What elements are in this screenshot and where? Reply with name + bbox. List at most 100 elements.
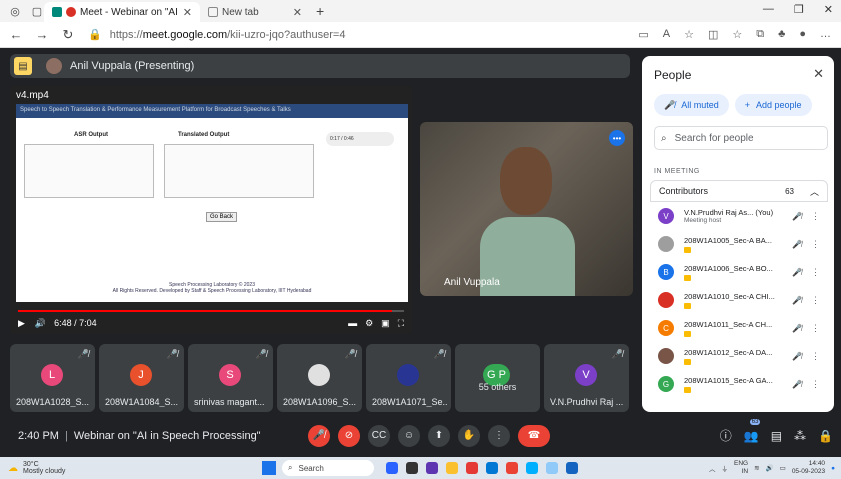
- profile-icon[interactable]: ●: [799, 28, 806, 41]
- camera-off-button[interactable]: ⊘: [338, 424, 360, 447]
- chrome-icon[interactable]: [506, 462, 518, 474]
- read-aloud-icon[interactable]: A: [663, 28, 670, 41]
- close-window-icon[interactable]: ✕: [824, 3, 833, 16]
- more-options-icon[interactable]: ⋮: [811, 211, 820, 222]
- mic-off-icon[interactable]: 🎤̸: [792, 268, 802, 277]
- activities-icon[interactable]: ⁂: [794, 429, 806, 443]
- app-icon[interactable]: [546, 462, 558, 474]
- extensions-icon[interactable]: ♣: [778, 28, 785, 41]
- battery-icon[interactable]: ▭: [780, 464, 786, 472]
- more-options-button[interactable]: ⋮: [488, 424, 510, 447]
- info-icon[interactable]: ⓘ: [720, 427, 732, 444]
- wifi-icon[interactable]: ≋: [754, 464, 759, 472]
- more-options-icon[interactable]: ⋮: [811, 323, 820, 334]
- app-icon[interactable]: [466, 462, 478, 474]
- app-icon[interactable]: [406, 462, 418, 474]
- host-controls-icon[interactable]: 🔒: [818, 429, 833, 443]
- url-field[interactable]: 🔒 https://meet.google.com/kii-uzro-jqo?a…: [88, 28, 638, 42]
- close-tab-icon[interactable]: ✕: [183, 6, 192, 19]
- mic-off-icon[interactable]: 🎤̸: [792, 380, 802, 389]
- others-tile[interactable]: G P 55 others: [455, 344, 540, 412]
- more-icon[interactable]: …: [820, 28, 831, 41]
- mic-off-icon[interactable]: 🎤̸: [792, 296, 802, 305]
- participant-tile[interactable]: 🎤̸ 208W1A1096_S...: [277, 344, 362, 412]
- search-input[interactable]: ⌕ Search for people: [654, 126, 828, 150]
- contributors-header[interactable]: Contributors 63 ︿: [650, 180, 828, 202]
- fullscreen-icon[interactable]: ⛶: [398, 318, 404, 329]
- subtitles-icon[interactable]: ▬: [348, 318, 357, 329]
- tab-new[interactable]: New tab ✕: [200, 2, 310, 22]
- more-options-icon[interactable]: ⋮: [811, 351, 820, 362]
- miniplayer-icon[interactable]: ▣: [381, 318, 390, 329]
- clock[interactable]: 14:40 05-09-2023: [792, 460, 825, 476]
- participant-tile[interactable]: 🎤̸ S srinivas magant...: [188, 344, 273, 412]
- participant-tile[interactable]: 🎤̸ 208W1A1071_Se...: [366, 344, 451, 412]
- play-icon[interactable]: ▶: [18, 318, 25, 329]
- mic-off-icon[interactable]: 🎤̸: [792, 240, 802, 249]
- language-indicator[interactable]: ENG IN: [734, 460, 748, 476]
- captions-button[interactable]: CC: [368, 424, 390, 447]
- favorite-icon[interactable]: ☆: [684, 28, 694, 41]
- emoji-button[interactable]: ☺: [398, 424, 420, 447]
- more-options-icon[interactable]: ⋮: [811, 267, 820, 278]
- volume-icon[interactable]: 🔊: [35, 318, 46, 329]
- minimize-icon[interactable]: —: [763, 3, 774, 16]
- refresh-icon[interactable]: ↻: [58, 27, 78, 43]
- volume-icon[interactable]: 🔊: [766, 464, 774, 472]
- forward-icon[interactable]: →: [32, 27, 52, 42]
- list-item[interactable]: 208W1A1010_Sec-A CHI... 🎤̸ ⋮: [650, 286, 828, 314]
- list-item[interactable]: V V.N.Prudhvi Raj As... (You) Meeting ho…: [650, 202, 828, 230]
- mic-off-icon[interactable]: 🎤̸: [792, 324, 802, 333]
- notification-icon[interactable]: ●: [831, 465, 835, 472]
- go-back-button[interactable]: Go Back: [206, 212, 238, 222]
- taskbar-search[interactable]: ⌕ Search: [282, 460, 374, 476]
- more-options-icon[interactable]: ⋮: [811, 379, 820, 390]
- split-icon[interactable]: ◫: [708, 28, 718, 41]
- chat-icon[interactable]: ▤: [771, 429, 782, 443]
- restore-icon[interactable]: ❐: [794, 3, 804, 16]
- audio-player[interactable]: 0:17 / 0:46: [326, 132, 394, 146]
- mic-off-icon[interactable]: 🎤̸: [792, 352, 802, 361]
- tab-actions-icon[interactable]: ▢: [30, 4, 44, 18]
- add-people-button[interactable]: + Add people: [734, 94, 812, 116]
- participant-tile[interactable]: 🎤̸ L 208W1A1028_S...: [10, 344, 95, 412]
- screen-icon[interactable]: ▭: [638, 28, 648, 41]
- participant-tile[interactable]: 🎤̸ V V.N.Prudhvi Raj ...: [544, 344, 629, 412]
- mic-off-icon[interactable]: 🎤̸: [792, 212, 802, 221]
- tab-meet[interactable]: Meet - Webinar on "AI in Sp ✕: [44, 2, 200, 22]
- back-icon[interactable]: ←: [6, 27, 26, 42]
- start-button[interactable]: [262, 461, 276, 475]
- participant-tile[interactable]: 🎤̸ J 208W1A1084_S...: [99, 344, 184, 412]
- close-icon[interactable]: ✕: [813, 66, 824, 82]
- folder-icon[interactable]: [446, 462, 458, 474]
- favorites-icon[interactable]: ☆: [732, 28, 742, 41]
- present-button[interactable]: ⬆: [428, 424, 450, 447]
- camera-tile[interactable]: ••• Anil Vuppala: [420, 122, 633, 296]
- raise-hand-button[interactable]: ✋: [458, 424, 480, 447]
- list-item[interactable]: G 208W1A1015_Sec-A GA... 🎤̸ ⋮: [650, 370, 828, 398]
- more-options-icon[interactable]: ⋮: [811, 295, 820, 306]
- all-muted-button[interactable]: 🎤̸ All muted: [654, 94, 729, 116]
- settings-icon[interactable]: ⚙: [365, 318, 373, 329]
- chevron-up-icon[interactable]: ︿: [709, 463, 716, 473]
- list-item[interactable]: C 208W1A1011_Sec-A CH... 🎤̸ ⋮: [650, 314, 828, 342]
- app-icon[interactable]: [526, 462, 538, 474]
- edge-icon[interactable]: [486, 462, 498, 474]
- more-options-icon[interactable]: ⋮: [811, 239, 820, 250]
- new-tab-button[interactable]: +: [316, 3, 324, 19]
- close-tab-icon[interactable]: ✕: [293, 6, 302, 19]
- usb-icon[interactable]: ⏚: [722, 463, 729, 473]
- list-item[interactable]: 208W1A1012_Sec-A DA... 🎤̸ ⋮: [650, 342, 828, 370]
- mic-off-button[interactable]: 🎤̸: [308, 424, 330, 447]
- app-icon[interactable]: [386, 462, 398, 474]
- list-item[interactable]: 208W1A1005_Sec-A BA... 🎤̸ ⋮: [650, 230, 828, 258]
- app-icon[interactable]: [426, 462, 438, 474]
- people-button[interactable]: 63 👥: [744, 418, 761, 443]
- shared-screen[interactable]: v4.mp4 Speech to Speech Translation & Pe…: [10, 86, 412, 334]
- workspaces-icon[interactable]: ◎: [8, 4, 22, 18]
- word-icon[interactable]: [566, 462, 578, 474]
- weather-widget[interactable]: ☁ 30°C Mostly cloudy: [8, 461, 238, 475]
- collections-icon[interactable]: ⧉: [756, 28, 764, 41]
- list-item[interactable]: B 208W1A1006_Sec-A BO... 🎤̸ ⋮: [650, 258, 828, 286]
- leave-call-button[interactable]: ☎: [518, 424, 550, 447]
